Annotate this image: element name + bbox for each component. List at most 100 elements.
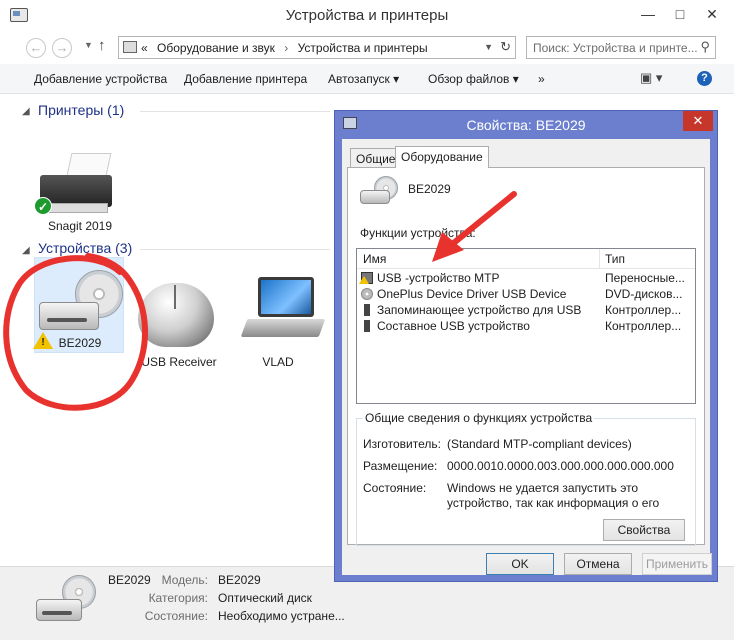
browse-files-button[interactable]: Обзор файлов ▾: [428, 72, 519, 86]
window-title-bar: Устройства и принтеры — □ ✕: [0, 0, 734, 32]
tab-general[interactable]: Общие: [350, 148, 402, 168]
function-name: OnePlus Device Driver USB Device: [377, 287, 567, 301]
function-name: Составное USB устройство: [377, 319, 530, 333]
dialog-device-name: BE2029: [408, 182, 451, 196]
properties-button[interactable]: Свойства: [603, 519, 685, 541]
refresh-icon[interactable]: ↻: [500, 39, 511, 55]
printer-label: Snagit 2019: [47, 219, 113, 233]
collapse-devices-icon[interactable]: ◢: [22, 245, 30, 256]
state-label: Состояние:: [144, 609, 208, 623]
minimize-icon[interactable]: —: [636, 6, 660, 22]
group-divider: [140, 249, 330, 250]
laptop-keyboard: [240, 319, 326, 337]
address-dropdown-icon[interactable]: ▼: [484, 42, 493, 52]
dialog-title: Свойства: BE2029: [466, 117, 586, 133]
location-value: 0000.0010.0000.003.000.000.000.000.000: [447, 459, 674, 473]
device-functions-label: Функции устройства:: [360, 226, 476, 240]
list-item[interactable]: USB -устройство MTP Переносные...: [357, 270, 695, 286]
properties-dialog: Свойства: BE2029 ✕ Общие Оборудование BE…: [334, 110, 718, 582]
maximize-icon[interactable]: □: [668, 6, 692, 22]
printers-group-header[interactable]: Принтеры (1): [38, 102, 124, 118]
add-printer-button[interactable]: Добавление принтера: [184, 72, 307, 86]
search-icon[interactable]: ⚲: [700, 39, 710, 55]
window-title: Устройства и принтеры: [285, 7, 449, 24]
manufacturer-value: (Standard MTP-compliant devices): [447, 437, 632, 451]
address-bar[interactable]: « Оборудование и звук › Устройства и при…: [118, 36, 516, 59]
up-arrow-icon[interactable]: ↑: [98, 37, 106, 54]
device-be2029-tile[interactable]: ! BE2029: [33, 257, 124, 353]
laptop-icon: [258, 277, 314, 317]
function-type: DVD-дисков...: [605, 287, 683, 301]
more-commands-button[interactable]: »: [538, 72, 545, 86]
collapse-printers-icon[interactable]: ◢: [22, 106, 30, 117]
function-type: Контроллер...: [605, 303, 682, 317]
usb-plug-icon: [364, 304, 370, 316]
change-view-button[interactable]: ▣ ▾: [640, 70, 662, 86]
back-button[interactable]: ←: [26, 38, 46, 58]
recent-locations-dropdown-icon[interactable]: ▼: [84, 40, 93, 50]
optical-drive-icon: [39, 302, 99, 330]
breadcrumb-overflow[interactable]: «: [141, 41, 148, 55]
status-value: Windows не удается запустить это устройс…: [447, 481, 660, 510]
breadcrumb-devices-and-printers[interactable]: Устройства и принтеры: [298, 41, 428, 55]
location-label: Размещение:: [363, 459, 438, 473]
autoplay-button[interactable]: Автозапуск ▾: [328, 72, 399, 86]
column-type-header[interactable]: Тип: [605, 252, 625, 266]
drive-slot: [42, 611, 72, 615]
optical-drive-icon: [36, 599, 82, 621]
search-input[interactable]: Поиск: Устройства и принте... ⚲: [526, 36, 716, 59]
category-label: Категория:: [148, 591, 208, 605]
list-item[interactable]: Составное USB устройство Контроллер...: [357, 318, 695, 334]
help-icon[interactable]: ?: [697, 71, 712, 86]
optical-drive-icon: [360, 190, 390, 204]
breadcrumb-separator-icon[interactable]: ›: [284, 41, 288, 55]
device-label: USB Receiver: [141, 355, 217, 369]
devices-group-header[interactable]: Устройства (3): [38, 240, 132, 256]
function-summary-legend: Общие сведения о функциях устройства: [363, 411, 595, 425]
mouse-icon: [138, 283, 214, 347]
printer-tray-icon: [48, 203, 108, 213]
close-icon[interactable]: ✕: [700, 6, 724, 23]
usb-plug-icon: [364, 320, 370, 332]
cancel-button[interactable]: Отмена: [564, 553, 632, 575]
dvd-drive-icon: [361, 288, 373, 300]
default-printer-check-icon: ✓: [34, 197, 52, 215]
category-value: Оптический диск: [218, 591, 312, 605]
list-header: Имя Тип: [357, 249, 695, 269]
model-label: Модель:: [161, 573, 208, 587]
search-placeholder: Поиск: Устройства и принте...: [533, 41, 698, 55]
function-summary-group: Общие сведения о функциях устройства Изг…: [356, 411, 696, 546]
tab-hardware[interactable]: Оборудование: [395, 146, 489, 168]
add-device-button[interactable]: Добавление устройства: [34, 72, 167, 86]
dialog-body: Общие Оборудование BE2029 Функции устрой…: [342, 139, 712, 575]
device-label: BE2029: [58, 336, 102, 350]
list-item[interactable]: OnePlus Device Driver USB Device DVD-дис…: [357, 286, 695, 302]
control-panel-icon: [123, 41, 137, 53]
device-label: VLAD: [262, 355, 294, 369]
hardware-tab-panel: BE2029 Функции устройства: Имя Тип USB -…: [347, 167, 705, 546]
command-bar: Добавление устройства Добавление принтер…: [0, 64, 734, 94]
column-name-header[interactable]: Имя: [363, 252, 386, 266]
apply-button[interactable]: Применить: [642, 553, 712, 575]
forward-button[interactable]: →: [52, 38, 72, 58]
ok-button[interactable]: OK: [486, 553, 554, 575]
device-functions-list[interactable]: Имя Тип USB -устройство MTP Переносные..…: [356, 248, 696, 404]
breadcrumb-hardware-and-sound[interactable]: Оборудование и звук: [157, 41, 275, 55]
function-type: Переносные...: [605, 271, 685, 285]
function-name: USB -устройство MTP: [377, 271, 500, 285]
navigation-bar: ← → ▼ ↑ « Оборудование и звук › Устройст…: [0, 32, 734, 62]
warning-icon: [359, 276, 369, 284]
breadcrumb: « Оборудование и звук › Устройства и при…: [141, 41, 428, 55]
state-value: Необходимо устране...: [218, 609, 345, 623]
function-type: Контроллер...: [605, 319, 682, 333]
column-separator[interactable]: [599, 249, 600, 269]
group-divider: [140, 111, 330, 112]
drive-slot: [47, 318, 87, 322]
list-item[interactable]: Запоминающее устройство для USB Контролл…: [357, 302, 695, 318]
status-label: Состояние:: [363, 481, 427, 495]
dialog-title-bar: Свойства: BE2029 ✕: [335, 111, 717, 137]
manufacturer-label: Изготовитель:: [363, 437, 441, 451]
function-name: Запоминающее устройство для USB: [377, 303, 582, 317]
dialog-close-button[interactable]: ✕: [683, 111, 713, 131]
model-value: BE2029: [218, 573, 261, 587]
